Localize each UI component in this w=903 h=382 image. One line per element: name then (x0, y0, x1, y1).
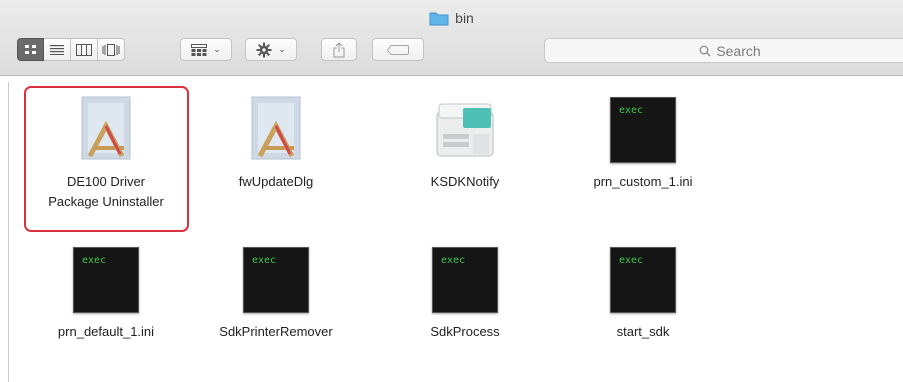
chevron-down-icon: ⌄ (278, 44, 286, 54)
tag-icon (387, 44, 409, 55)
file-name-line1: DE100 Driver (66, 174, 146, 189)
tags-button[interactable] (372, 38, 424, 61)
file-item-sdkprinterremover[interactable]: exec SdkPrinterRemover (196, 244, 356, 342)
arrange-grid-icon (191, 43, 208, 56)
icon-view-button[interactable] (17, 38, 44, 61)
file-item-sdkprocess[interactable]: exec SdkProcess (385, 244, 545, 342)
exec-icon: exec (432, 247, 498, 313)
file-item-ksdknotify[interactable]: KSDKNotify (385, 94, 545, 192)
file-item-prn-default[interactable]: exec prn_default_1.ini (26, 244, 186, 342)
file-name-line2: Package Uninstaller (48, 194, 164, 209)
file-name: prn_custom_1.ini (593, 174, 693, 189)
action-button[interactable]: ⌄ (245, 38, 297, 61)
icon-view-icon (25, 45, 36, 54)
exec-icon: exec (610, 247, 676, 313)
exec-icon: exec (610, 97, 676, 163)
file-name: SdkProcess (430, 324, 500, 339)
list-view-button[interactable] (44, 38, 71, 61)
window-title-text: bin (455, 10, 474, 26)
search-icon (699, 45, 711, 56)
share-icon (333, 41, 345, 57)
view-mode-segmented-control[interactable] (17, 38, 125, 61)
file-item-de100-uninstaller[interactable]: DE100 Driver Package Uninstaller (26, 94, 186, 212)
app-installer-icon (81, 96, 131, 160)
arrange-button[interactable]: ⌄ (180, 38, 232, 61)
cover-flow-icon (102, 43, 120, 56)
search-field[interactable]: Search (544, 38, 903, 63)
app-installer-icon (251, 96, 301, 160)
file-name: KSDKNotify (430, 174, 500, 189)
chevron-down-icon: ⌄ (213, 44, 221, 54)
sidebar-divider (8, 82, 9, 382)
column-view-button[interactable] (71, 38, 98, 61)
printer-icon (436, 103, 494, 157)
search-placeholder: Search (716, 42, 761, 59)
window-title: bin (0, 8, 903, 28)
exec-icon: exec (243, 247, 309, 313)
gear-icon (256, 42, 272, 57)
column-view-icon (76, 43, 92, 56)
cover-flow-view-button[interactable] (98, 38, 125, 61)
exec-icon: exec (73, 247, 139, 313)
file-name: SdkPrinterRemover (219, 324, 333, 339)
file-name: start_sdk (616, 324, 670, 339)
share-button[interactable] (321, 38, 357, 61)
file-item-start-sdk[interactable]: exec start_sdk (563, 244, 723, 342)
file-item-prn-custom[interactable]: exec prn_custom_1.ini (563, 94, 723, 192)
file-item-fwupdatedlg[interactable]: fwUpdateDlg (196, 94, 356, 192)
file-name: prn_default_1.ini (57, 324, 155, 339)
list-view-icon (50, 45, 64, 55)
finder-toolbar: bin ⌄ ⌄ Search (0, 0, 903, 76)
file-name: fwUpdateDlg (238, 174, 314, 189)
folder-icon (429, 12, 449, 26)
